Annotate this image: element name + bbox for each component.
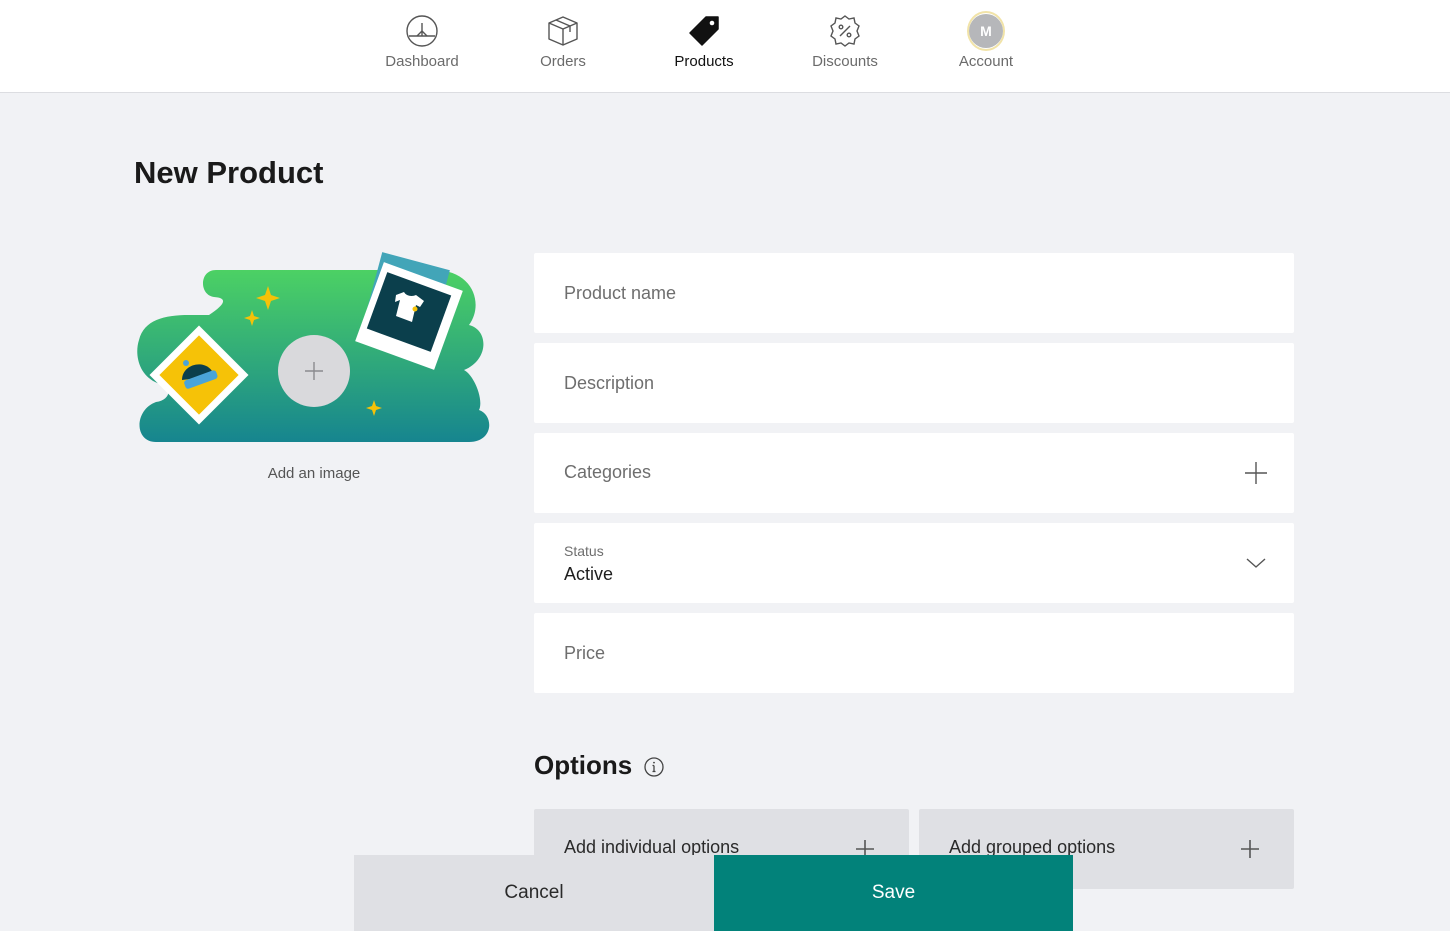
status-select[interactable]: Status Active <box>534 523 1294 603</box>
status-label: Status <box>564 543 604 559</box>
nav-label: Orders <box>540 53 586 70</box>
gauge-icon <box>404 13 440 49</box>
description-input[interactable] <box>534 343 1294 423</box>
discount-badge-icon <box>827 13 863 49</box>
nav-item-orders[interactable]: Orders <box>498 0 628 92</box>
tag-icon <box>686 13 722 49</box>
cancel-button[interactable]: Cancel <box>354 855 714 931</box>
top-nav: Dashboard Orders Products Discounts M Ac… <box>0 0 1450 93</box>
plus-icon <box>1241 840 1259 858</box>
add-image-label: Add an image <box>267 465 361 482</box>
plus-icon[interactable] <box>1244 461 1268 485</box>
nav-item-discounts[interactable]: Discounts <box>780 0 910 92</box>
chevron-down-icon <box>1246 558 1266 568</box>
avatar-ring: M <box>967 11 1005 51</box>
nav-label: Products <box>674 53 734 70</box>
nav-item-dashboard[interactable]: Dashboard <box>357 0 487 92</box>
product-name-field <box>534 253 1294 333</box>
avatar-icon: M <box>967 11 1005 51</box>
save-button[interactable]: Save <box>714 855 1073 931</box>
add-image-button[interactable] <box>278 335 350 407</box>
info-icon[interactable] <box>644 757 664 777</box>
page-title: New Product <box>134 155 324 190</box>
categories-field[interactable]: Categories <box>534 433 1294 513</box>
price-input[interactable] <box>534 613 1294 693</box>
description-field <box>534 343 1294 423</box>
nav-label: Account <box>958 53 1014 70</box>
avatar: M <box>969 14 1003 48</box>
nav-item-account[interactable]: M Account <box>921 0 1051 92</box>
product-name-input[interactable] <box>534 253 1294 333</box>
options-heading: Options <box>534 750 664 781</box>
price-field <box>534 613 1294 693</box>
plus-icon <box>305 362 323 380</box>
nav-label: Dashboard <box>385 53 459 70</box>
categories-label: Categories <box>564 462 652 482</box>
nav-item-products[interactable]: Products <box>639 0 769 92</box>
nav-label: Discounts <box>812 53 878 70</box>
status-value: Active <box>564 564 614 584</box>
box-icon <box>545 13 581 49</box>
options-title: Options <box>534 750 633 780</box>
